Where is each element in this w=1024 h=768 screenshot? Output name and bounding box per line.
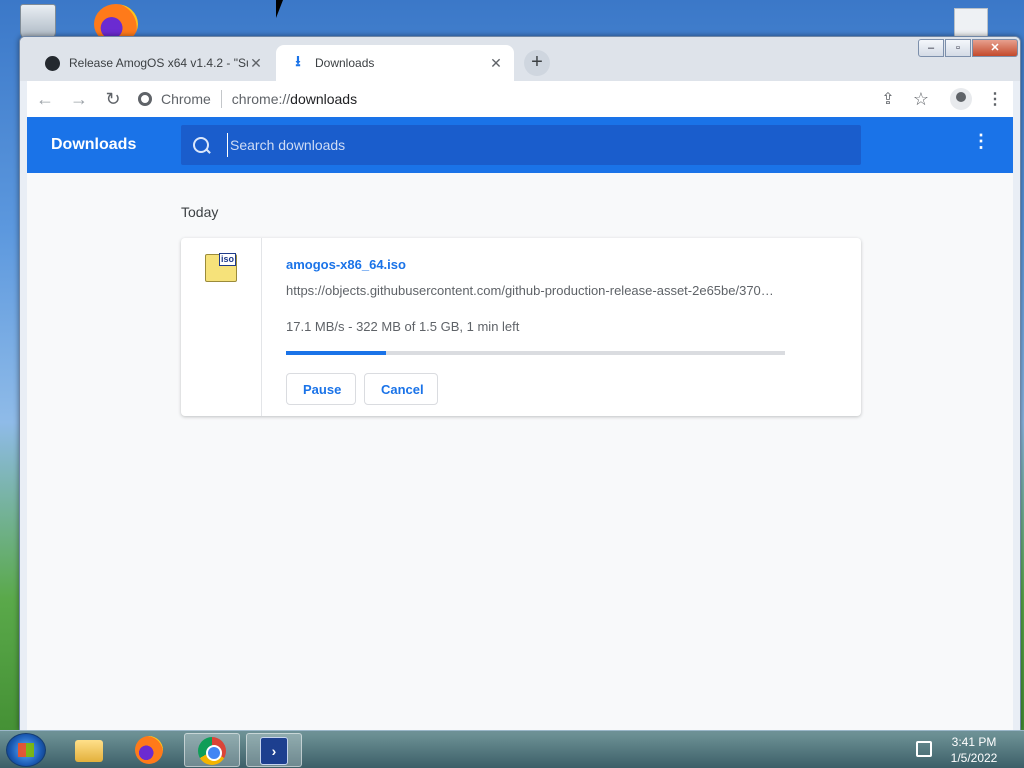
tab-title: Release AmogOS x64 v1.4.2 - "Su xyxy=(69,56,248,70)
system-clock[interactable]: 3:41 PM 1/5/2022 xyxy=(942,734,1006,766)
tab-close-icon[interactable]: ✕ xyxy=(248,55,264,72)
downloads-page: Downloads ⋮ Today iso amogos-x86_64.iso … xyxy=(27,117,1013,730)
clock-time: 3:41 PM xyxy=(951,735,997,749)
chrome-icon xyxy=(198,737,226,765)
tab-downloads[interactable]: ⭳ Downloads ✕ xyxy=(276,45,514,81)
iso-file-icon: iso xyxy=(205,253,237,282)
forward-arrow-icon[interactable]: → xyxy=(63,83,95,115)
tab-release-amogos[interactable]: Release AmogOS x64 v1.4.2 - "Su ✕ xyxy=(30,45,274,81)
download-progress-bar xyxy=(286,351,785,355)
omnibox-brand: Chrome xyxy=(161,91,211,107)
powershell-icon: › xyxy=(260,737,288,765)
download-status: 17.1 MB/s - 322 MB of 1.5 GB, 1 min left xyxy=(286,319,520,334)
share-icon[interactable]: ⇪ xyxy=(872,83,904,115)
file-icon-column: iso xyxy=(181,238,262,416)
omnibox-url: chrome://downloads xyxy=(231,91,358,107)
search-icon xyxy=(193,137,209,153)
download-icon: ⭳ xyxy=(295,52,301,70)
github-icon xyxy=(44,55,60,71)
reload-icon[interactable]: ↻ xyxy=(97,83,129,115)
date-group-label: Today xyxy=(181,204,219,220)
clock-date: 1/5/2022 xyxy=(950,751,998,765)
new-tab-button[interactable]: + xyxy=(524,50,550,76)
download-item: iso amogos-x86_64.iso https://objects.gi… xyxy=(181,238,861,416)
profile-avatar-icon[interactable] xyxy=(945,83,977,115)
maximize-button[interactable]: ▫ xyxy=(945,39,971,57)
tab-strip: Release AmogOS x64 v1.4.2 - "Su ✕ ⭳ Down… xyxy=(20,37,1020,81)
browser-menu-icon[interactable]: ⋮ xyxy=(979,83,1011,115)
mouse-cursor-icon xyxy=(276,0,290,18)
download-filename-link[interactable]: amogos-x86_64.iso xyxy=(286,257,406,272)
chrome-window: Release AmogOS x64 v1.4.2 - "Su ✕ ⭳ Down… xyxy=(19,36,1021,731)
close-window-button[interactable]: ✕ xyxy=(972,39,1018,57)
download-source-url[interactable]: https://objects.githubusercontent.com/gi… xyxy=(286,283,786,298)
recycle-bin-icon[interactable] xyxy=(20,4,56,40)
omnibox-divider xyxy=(220,90,222,108)
taskbar-powershell[interactable]: › xyxy=(246,733,302,767)
back-arrow-icon[interactable]: ← xyxy=(29,83,61,115)
windows-logo-icon xyxy=(18,743,34,757)
page-title: Downloads xyxy=(51,136,137,153)
desktop-file-icon[interactable] xyxy=(954,8,988,38)
minimize-button[interactable]: – xyxy=(918,39,944,57)
taskbar-chrome[interactable] xyxy=(184,733,240,767)
browser-toolbar: ← → ↻ Chrome chrome://downloads ⇪ ☆ ⋮ xyxy=(27,81,1013,117)
network-icon[interactable] xyxy=(916,741,932,757)
address-bar[interactable]: Chrome chrome://downloads xyxy=(138,83,888,115)
pause-button[interactable]: Pause xyxy=(286,373,356,405)
firefox-icon xyxy=(135,736,163,764)
taskbar: › 3:41 PM 1/5/2022 xyxy=(0,730,1024,768)
tab-title: Downloads xyxy=(315,56,375,70)
chrome-logo-icon xyxy=(138,92,152,106)
cancel-button[interactable]: Cancel xyxy=(364,373,438,405)
start-button[interactable] xyxy=(6,733,46,767)
taskbar-firefox[interactable] xyxy=(122,733,178,767)
taskbar-explorer[interactable] xyxy=(62,733,118,767)
download-progress-fill xyxy=(286,351,386,355)
search-bar[interactable] xyxy=(181,125,861,165)
bookmark-star-icon[interactable]: ☆ xyxy=(905,83,937,115)
search-input[interactable] xyxy=(227,133,861,157)
downloads-header: Downloads ⋮ xyxy=(27,117,1013,173)
tab-close-icon[interactable]: ✕ xyxy=(488,55,504,72)
explorer-icon xyxy=(75,740,103,762)
more-actions-icon[interactable]: ⋮ xyxy=(969,131,993,159)
